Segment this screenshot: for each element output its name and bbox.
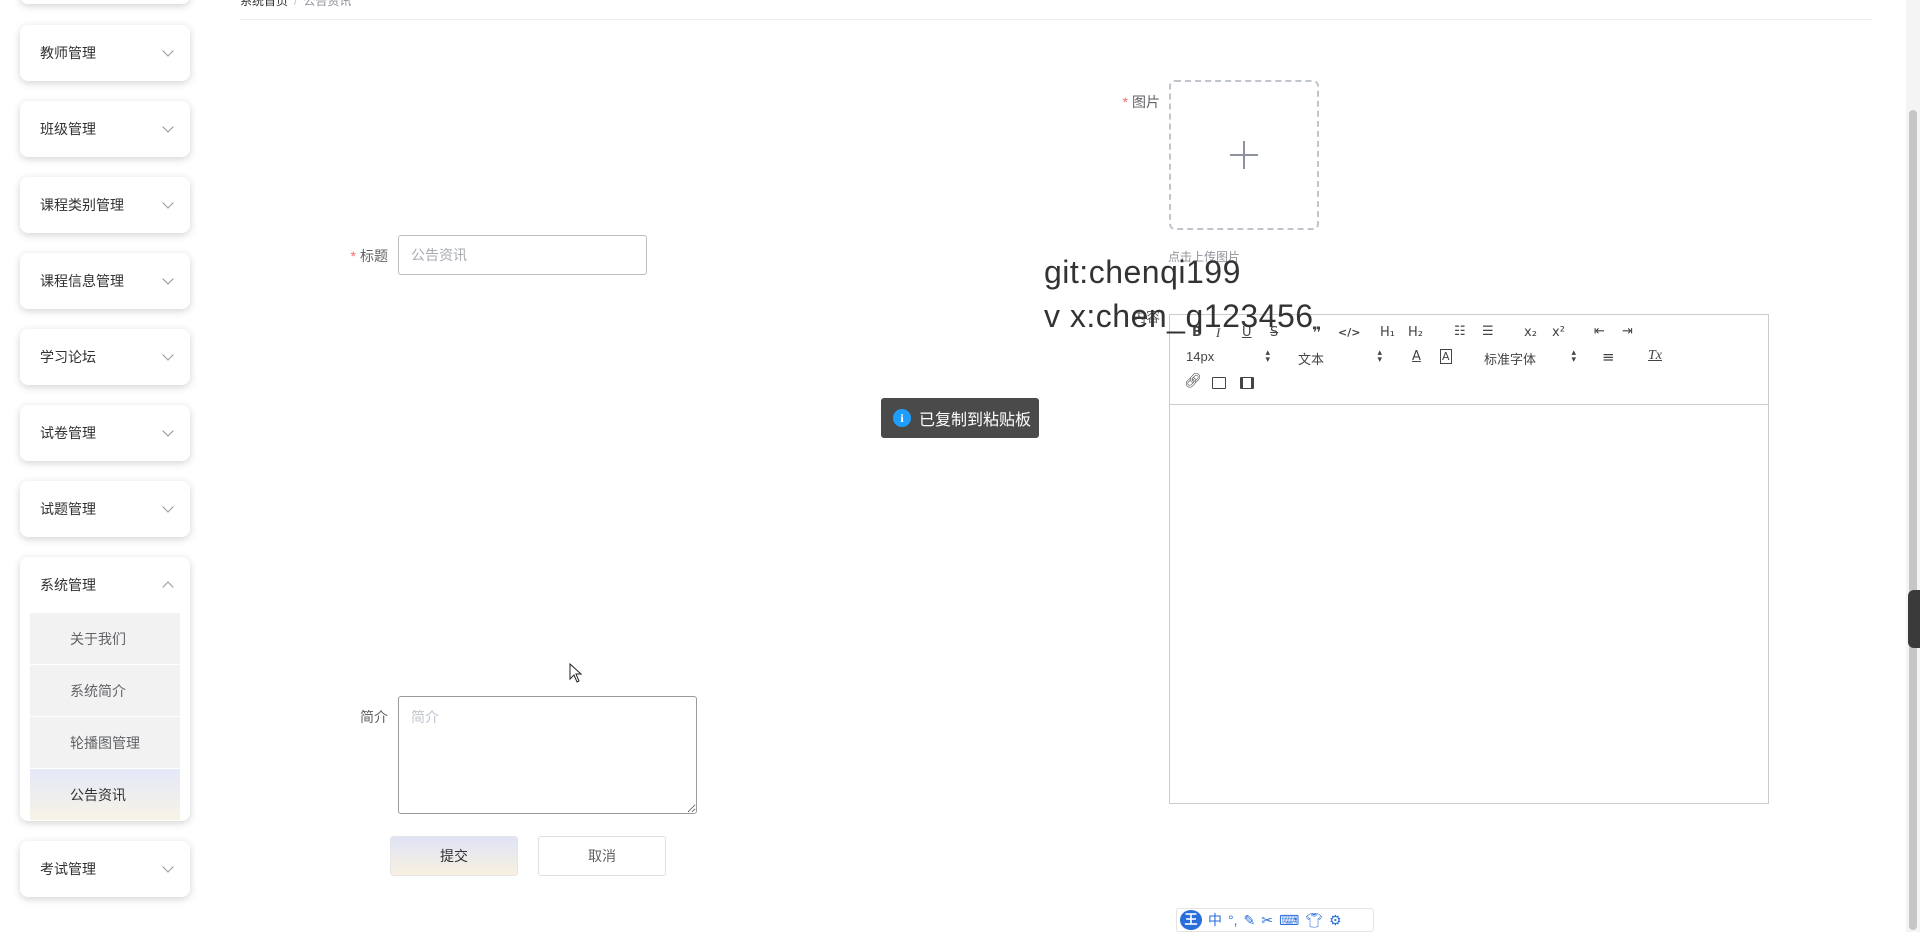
image-label: * 图片 — [1122, 94, 1160, 110]
sidebar-menu-label: 考试管理 — [40, 861, 96, 877]
background-color-button[interactable]: A — [1440, 349, 1452, 364]
chevron-down-icon — [162, 348, 174, 361]
align-button[interactable]: ≡ — [1602, 348, 1615, 366]
font-picker[interactable]: 标准字体 ▴ ▾ — [1484, 347, 1576, 368]
sidebar-menu-system[interactable]: 系统管理 关于我们 系统简介 轮播图管理 公告资讯 — [20, 557, 190, 821]
sidebar-menu-label: 系统管理 — [40, 577, 96, 593]
sidebar-item-system-intro[interactable]: 系统简介 — [30, 665, 180, 717]
sidebar-menu-label: 试卷管理 — [40, 425, 96, 441]
sidebar-item-carousel[interactable]: 轮播图管理 — [30, 717, 180, 769]
title-input[interactable] — [398, 235, 647, 275]
intro-label: 简介 — [360, 709, 388, 725]
sidebar-item-about-us[interactable]: 关于我们 — [30, 613, 180, 665]
image-uploader[interactable] — [1169, 80, 1319, 230]
h2-button[interactable]: H₂ — [1408, 325, 1423, 340]
scrollbar-thumb[interactable] — [1909, 110, 1917, 930]
title-label: * 标题 — [350, 248, 388, 264]
toast-text: 已复制到粘贴板 — [919, 412, 1032, 429]
image-icon[interactable] — [1212, 377, 1226, 389]
sidebar-menu-header[interactable]: 系统管理 — [20, 557, 190, 613]
scissors-icon[interactable]: ✂ — [1261, 912, 1273, 929]
subscript-button[interactable]: x₂ — [1524, 325, 1537, 340]
superscript-button[interactable]: x² — [1552, 325, 1565, 340]
watermark-line-1: git:chenqi199 — [1044, 254, 1241, 290]
picker-arrows-icon: ▴ ▾ — [1377, 347, 1382, 364]
chevron-down-icon — [162, 860, 174, 873]
sidebar-menu-exam[interactable]: 考试管理 — [20, 841, 190, 897]
pen-icon[interactable]: ✎ — [1244, 912, 1256, 929]
chevron-up-icon — [162, 581, 174, 593]
sidebar-menu-label: 课程信息管理 — [40, 273, 124, 289]
gear-icon[interactable]: ⚙ — [1329, 912, 1342, 929]
ime-toolbar: 王 中 °, ✎ ✂ ⌨ 👕︎ ⚙ — [1176, 908, 1374, 932]
sidebar-menu-header[interactable]: 教师管理 — [20, 25, 190, 81]
picker-arrows-icon: ▴ ▾ — [1571, 347, 1576, 364]
sidebar-item-announcements[interactable]: 公告资讯 — [30, 769, 180, 821]
chevron-down-icon — [162, 196, 174, 209]
sidebar-menu-label: 课程类别管理 — [40, 197, 124, 213]
sidebar-menu-label: 试题管理 — [40, 501, 96, 517]
sidebar-menu-header[interactable]: 学习论坛 — [20, 329, 190, 385]
sidebar-menu-course-info[interactable]: 课程信息管理 — [20, 253, 190, 309]
sidebar-menu-paper[interactable]: 试卷管理 — [20, 405, 190, 461]
h1-button[interactable]: H₁ — [1380, 325, 1395, 340]
ime-punctuation-toggle[interactable]: °, — [1228, 912, 1238, 928]
size-picker[interactable]: 14px ▴ ▾ — [1186, 347, 1270, 365]
indent-button[interactable]: ⇥ — [1622, 324, 1633, 339]
sidebar-menu-header[interactable]: 试题管理 — [20, 481, 190, 537]
info-icon: i — [893, 409, 911, 427]
chevron-down-icon — [162, 272, 174, 285]
chevron-down-icon — [162, 120, 174, 133]
keyboard-icon[interactable]: ⌨ — [1279, 912, 1299, 929]
system-submenu: 关于我们 系统简介 轮播图管理 公告资讯 — [20, 613, 190, 821]
editor-content-area[interactable] — [1170, 405, 1768, 803]
sidebar-menu-header[interactable]: 试卷管理 — [20, 405, 190, 461]
submit-button[interactable]: 提交 — [390, 836, 518, 876]
ime-mode-toggle[interactable]: 中 — [1208, 910, 1222, 930]
ime-logo[interactable]: 王 — [1180, 910, 1202, 930]
rich-text-editor: B I U S ❞ </> H₁ H₂ ☷ ☰ x₂ x² ⇤ ⇥ 14px ▴… — [1169, 314, 1769, 804]
sidebar-menu-label: 教师管理 — [40, 45, 96, 61]
chevron-down-icon — [162, 44, 174, 57]
sidebar-menu-header[interactable]: 班级管理 — [20, 101, 190, 157]
mouse-pointer-icon — [569, 663, 583, 683]
chevron-down-icon — [162, 500, 174, 513]
sidebar-menu-class[interactable]: 班级管理 — [20, 101, 190, 157]
video-icon[interactable] — [1240, 377, 1254, 389]
link-icon[interactable]: 🔗︎ — [1184, 373, 1202, 389]
breadcrumb-current: 公告资讯 — [303, 0, 352, 8]
sidebar-menu-header[interactable]: 课程信息管理 — [20, 253, 190, 309]
sidebar-menu-header[interactable]: 考试管理 — [20, 841, 190, 897]
plus-icon — [1230, 141, 1258, 169]
watermark-line-2: v x:chen_q123456 — [1044, 298, 1314, 334]
sidebar-menu-course-category[interactable]: 课程类别管理 — [20, 177, 190, 233]
side-handle[interactable] — [1908, 590, 1920, 648]
chevron-down-icon — [162, 424, 174, 437]
ordered-list-button[interactable]: ☷ — [1454, 324, 1466, 339]
sidebar-menu-question[interactable]: 试题管理 — [20, 481, 190, 537]
page-scrollbar[interactable] — [1906, 0, 1920, 932]
shirt-icon[interactable]: 👕︎ — [1305, 912, 1323, 929]
bullet-list-button[interactable]: ☰ — [1482, 324, 1494, 339]
sidebar-menu-teacher[interactable]: 教师管理 — [20, 25, 190, 81]
text-color-button[interactable]: A — [1412, 349, 1421, 364]
code-block-button[interactable]: </> — [1338, 326, 1360, 339]
picker-arrows-icon: ▴ ▾ — [1265, 347, 1270, 364]
sidebar-menu-top-edge — [20, 0, 190, 4]
sidebar-menu-label: 班级管理 — [40, 121, 96, 137]
sidebar-menu-label: 学习论坛 — [40, 349, 96, 365]
sidebar-menu-header[interactable]: 课程类别管理 — [20, 177, 190, 233]
sidebar-menu-forum[interactable]: 学习论坛 — [20, 329, 190, 385]
outdent-button[interactable]: ⇤ — [1594, 324, 1605, 339]
intro-textarea[interactable] — [398, 696, 697, 814]
sidebar: 教师管理 班级管理 课程类别管理 课程信息管理 学习论坛 试卷管理 试题管理 系… — [0, 0, 200, 932]
clean-format-button[interactable]: Tx — [1648, 348, 1662, 364]
cancel-button[interactable]: 取消 — [538, 836, 666, 876]
copied-toast: i 已复制到粘贴板 — [881, 398, 1039, 438]
breadcrumb-home[interactable]: 系统首页 — [240, 0, 288, 8]
header-picker[interactable]: 文本 ▴ ▾ — [1298, 347, 1382, 368]
breadcrumb-separator: / — [294, 0, 298, 8]
breadcrumb: 系统首页 / 公告资讯 — [240, 0, 1872, 20]
